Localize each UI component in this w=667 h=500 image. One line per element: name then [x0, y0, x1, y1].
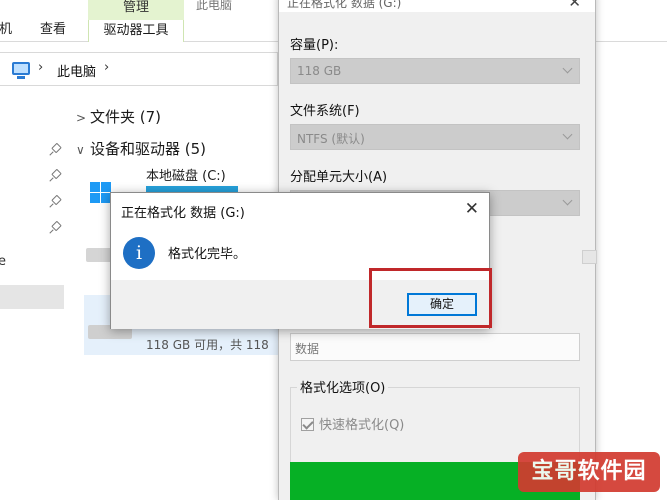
restore-defaults-button[interactable] — [582, 250, 597, 264]
format-dialog-title: 正在格式化 数据 (G:) — [287, 0, 402, 10]
chevron-right-icon[interactable]: › — [38, 60, 43, 75]
drive-name: 本地磁盘 (C:) — [146, 169, 226, 184]
pin-icon[interactable] — [50, 222, 60, 234]
filesystem-select[interactable]: NTFS (默认) — [290, 124, 580, 150]
group-header-devices[interactable]: ∨ 设备和驱动器 (5) — [76, 138, 206, 159]
close-icon[interactable]: ✕ — [465, 199, 479, 219]
group-header-folders[interactable]: > 文件夹 (7) — [76, 106, 161, 127]
capacity-select[interactable]: 118 GB — [290, 58, 580, 84]
pin-icon[interactable] — [50, 144, 60, 156]
address-bar[interactable]: › 此电脑 › — [0, 52, 278, 86]
checkbox-checked-icon — [301, 418, 314, 431]
nav-item-selected[interactable] — [0, 285, 64, 309]
dialog-message: 格式化完毕。 — [168, 247, 247, 262]
window-title-fragment: 此电脑 — [196, 0, 233, 12]
filesystem-label: 文件系统(F) — [290, 104, 360, 119]
format-dialog-titlebar: 正在格式化 数据 (G:) ✕ — [279, 0, 595, 12]
quick-format-checkbox[interactable]: 快速格式化(Q) — [301, 414, 404, 433]
group-header-label: 文件夹 (7) — [90, 108, 162, 126]
computer-icon-stand — [17, 76, 25, 79]
chevron-down-icon: ∨ — [76, 143, 85, 157]
capacity-label: 容量(P): — [290, 38, 339, 53]
chevron-right-icon: > — [76, 111, 87, 125]
ribbon-tab-computer[interactable]: 机 — [0, 18, 12, 37]
volume-label-input[interactable]: 数据 — [290, 333, 580, 361]
breadcrumb-this-pc[interactable]: 此电脑 — [57, 61, 96, 80]
close-icon[interactable]: ✕ — [568, 0, 581, 11]
chevron-down-icon — [562, 129, 573, 140]
group-header-label: 设备和驱动器 (5) — [90, 140, 207, 158]
annotation-highlight-box — [369, 268, 492, 328]
nav-item-text-fragment: e — [0, 254, 6, 269]
ribbon-tab-drive-tools[interactable]: 驱动器工具 — [88, 20, 184, 42]
filesystem-value: NTFS (默认) — [297, 132, 365, 146]
chevron-down-icon — [562, 63, 573, 74]
context-tab-group-manage: 管理 — [88, 0, 184, 20]
pin-icon[interactable] — [50, 196, 60, 208]
computer-icon — [12, 62, 30, 75]
watermark-logo: 宝哥软件园 — [518, 452, 660, 492]
info-icon: i — [123, 237, 155, 269]
volume-label-value: 数据 — [295, 342, 320, 356]
capacity-value: 118 GB — [297, 64, 342, 78]
chevron-down-icon — [562, 195, 573, 206]
quick-format-label: 快速格式化(Q) — [319, 418, 405, 433]
drive-free-space: 118 GB 可用，共 118 — [146, 338, 269, 352]
dialog-title: 正在格式化 数据 (G:) — [121, 206, 245, 221]
pin-icon[interactable] — [50, 170, 60, 182]
allocation-unit-label: 分配单元大小(A) — [290, 170, 388, 185]
ribbon-tab-view[interactable]: 查看 — [40, 18, 66, 37]
format-options-label: 格式化选项(O) — [297, 377, 389, 396]
windows-logo-icon — [90, 182, 112, 204]
chevron-right-icon[interactable]: › — [104, 60, 109, 75]
